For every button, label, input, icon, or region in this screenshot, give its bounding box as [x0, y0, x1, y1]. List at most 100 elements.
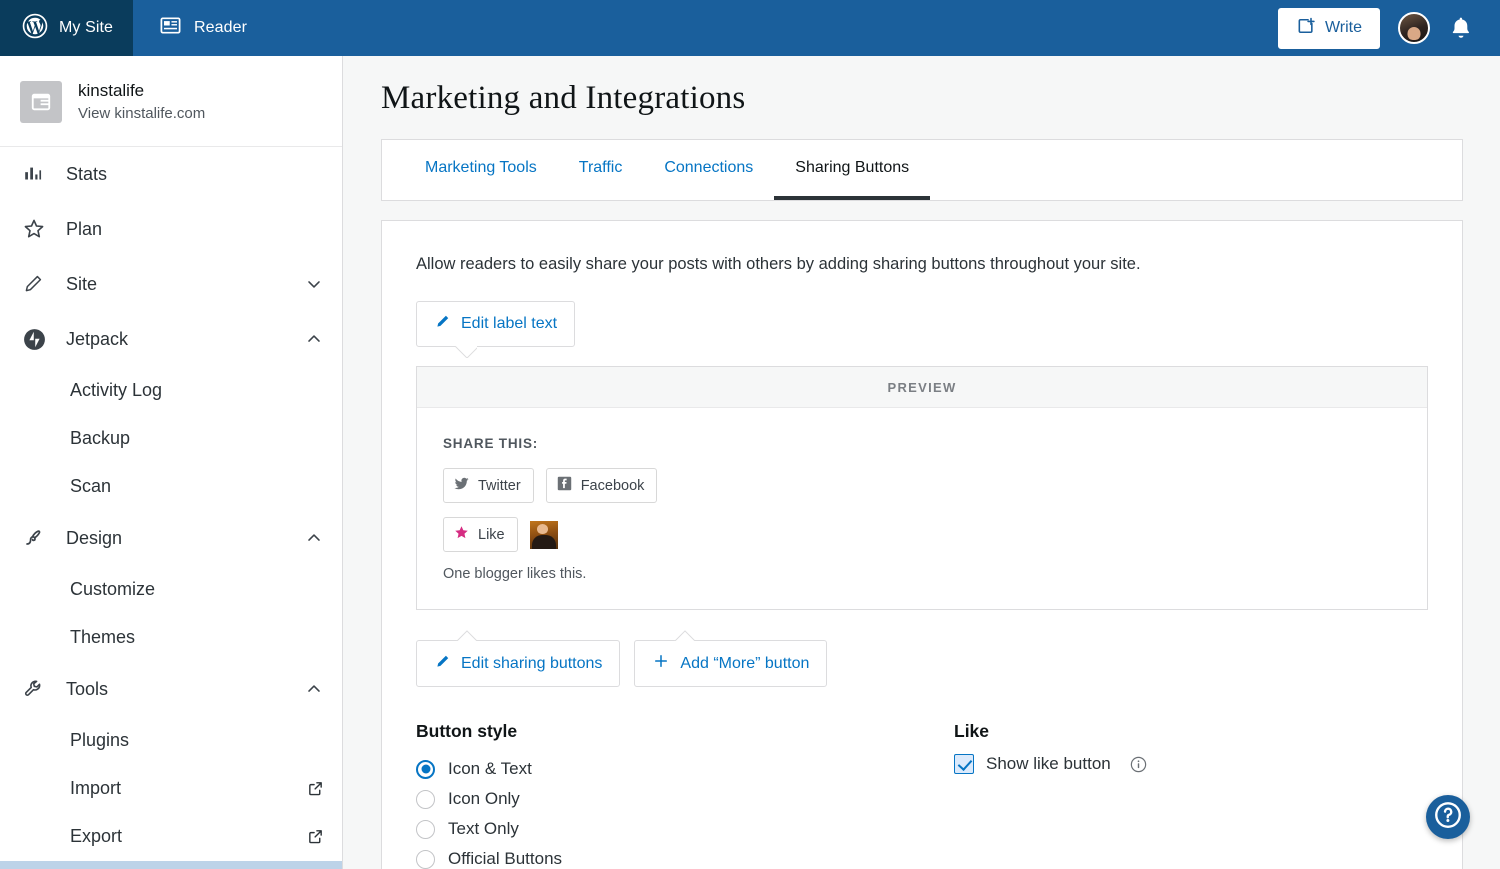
main-content: Marketing and Integrations Marketing Too… — [343, 56, 1500, 869]
sidebar-item-plan[interactable]: Plan — [0, 202, 342, 257]
sidebar-item-plugins[interactable]: Plugins — [0, 717, 342, 765]
sidebar-item-label: Activity Log — [70, 380, 162, 401]
add-more-button[interactable]: Add “More” button — [634, 640, 827, 687]
button-style-heading: Button style — [416, 721, 954, 742]
chevron-down-icon[interactable] — [304, 274, 324, 294]
sharing-actions-row: Edit sharing buttons Add “More” button — [416, 640, 1428, 687]
pencil-icon — [434, 313, 451, 335]
help-question-icon — [1433, 800, 1463, 835]
sidebar-item-jetpack[interactable]: Jetpack — [0, 312, 342, 367]
sidebar-item-backup[interactable]: Backup — [0, 415, 342, 463]
radio-label: Icon Only — [448, 789, 520, 809]
show-like-button-row[interactable]: Show like button — [954, 754, 1428, 774]
external-link-icon — [307, 780, 324, 797]
preview-body: SHARE THIS: Twitter Facebook — [417, 408, 1427, 582]
sidebar-item-selected[interactable] — [0, 861, 342, 869]
masthead-reader[interactable]: Reader — [133, 0, 273, 56]
masthead-my-site-label: My Site — [59, 19, 113, 37]
masthead-my-site[interactable]: My Site — [0, 0, 133, 56]
sidebar-item-tools[interactable]: Tools — [0, 662, 342, 717]
masthead-right-group: Write — [1278, 0, 1500, 56]
reader-icon — [159, 14, 182, 42]
info-icon[interactable] — [1129, 755, 1148, 774]
edit-sharing-buttons-button[interactable]: Edit sharing buttons — [416, 640, 620, 687]
external-link-icon — [307, 828, 324, 845]
sidebar-item-activity-log[interactable]: Activity Log — [0, 367, 342, 415]
share-buttons-row: Twitter Facebook — [443, 468, 1401, 503]
tab-label: Connections — [664, 159, 753, 177]
sidebar-item-themes[interactable]: Themes — [0, 614, 342, 662]
site-view-link: View kinstalife.com — [78, 103, 205, 124]
like-count-note: One blogger likes this. — [443, 566, 1401, 582]
radio-indicator[interactable] — [416, 820, 435, 839]
sidebar-item-label: Export — [70, 826, 122, 847]
sidebar-item-export[interactable]: Export — [0, 813, 342, 861]
share-button-facebook[interactable]: Facebook — [546, 468, 658, 503]
tab-label: Marketing Tools — [425, 159, 537, 177]
callout-tail-up — [455, 629, 477, 641]
show-like-button-checkbox[interactable] — [954, 754, 974, 774]
user-avatar[interactable] — [1398, 12, 1430, 44]
callout-tail-down — [455, 346, 477, 358]
like-button[interactable]: Like — [443, 517, 518, 552]
like-heading: Like — [954, 721, 1428, 742]
share-button-twitter[interactable]: Twitter — [443, 468, 534, 503]
radio-official-buttons[interactable]: Official Buttons — [416, 844, 954, 869]
new-post-icon — [1296, 16, 1316, 41]
sidebar-site-header[interactable]: kinstalife View kinstalife.com — [0, 56, 342, 147]
sharing-buttons-panel: Allow readers to easily share your posts… — [381, 220, 1463, 869]
tab-connections[interactable]: Connections — [643, 140, 774, 200]
like-button-label: Like — [478, 527, 505, 543]
notifications-bell-icon[interactable] — [1448, 15, 1474, 41]
sidebar-item-customize[interactable]: Customize — [0, 566, 342, 614]
show-like-button-label: Show like button — [986, 754, 1111, 774]
callout-tail-up — [673, 629, 695, 641]
sidebar-item-label: Plugins — [70, 730, 129, 751]
sidebar-item-import[interactable]: Import — [0, 765, 342, 813]
tab-marketing-tools[interactable]: Marketing Tools — [404, 140, 558, 200]
tab-bar: Marketing Tools Traffic Connections Shar… — [381, 139, 1463, 201]
sidebar-item-label: Backup — [70, 428, 130, 449]
pencil-icon — [22, 273, 52, 295]
sharing-preview: PREVIEW SHARE THIS: Twitter Facebook — [416, 366, 1428, 610]
radio-icon-and-text[interactable]: Icon & Text — [416, 754, 954, 784]
radio-indicator[interactable] — [416, 790, 435, 809]
radio-indicator[interactable] — [416, 760, 435, 779]
radio-label: Icon & Text — [448, 759, 532, 779]
chevron-up-icon[interactable] — [304, 528, 324, 548]
masthead: My Site Reader Write — [0, 0, 1500, 56]
sidebar-item-stats[interactable]: Stats — [0, 147, 342, 202]
liker-avatar[interactable] — [530, 521, 558, 549]
write-button-label: Write — [1325, 19, 1362, 37]
tab-label: Traffic — [579, 159, 623, 177]
wordpress-logo-icon — [22, 13, 48, 44]
sidebar-item-label: Themes — [70, 627, 135, 648]
sidebar-item-label: Customize — [70, 579, 155, 600]
radio-text-only[interactable]: Text Only — [416, 814, 954, 844]
sidebar-item-label: Tools — [66, 679, 108, 700]
radio-indicator[interactable] — [416, 850, 435, 869]
bar-chart-icon — [22, 163, 52, 185]
preview-header: PREVIEW — [417, 367, 1427, 408]
write-button[interactable]: Write — [1278, 8, 1380, 49]
sidebar-item-scan[interactable]: Scan — [0, 463, 342, 511]
facebook-f-icon — [556, 475, 573, 496]
share-button-label: Facebook — [581, 478, 645, 494]
sidebar-item-site[interactable]: Site — [0, 257, 342, 312]
help-button[interactable] — [1426, 795, 1470, 839]
plus-icon — [652, 652, 670, 675]
radio-icon-only[interactable]: Icon Only — [416, 784, 954, 814]
add-more-button-label: Add “More” button — [680, 655, 809, 673]
like-row: Like — [443, 517, 1401, 552]
chevron-up-icon[interactable] — [304, 329, 324, 349]
sidebar: kinstalife View kinstalife.com Stats Pla… — [0, 56, 343, 869]
brush-icon — [22, 526, 52, 550]
tab-sharing-buttons[interactable]: Sharing Buttons — [774, 140, 930, 200]
sidebar-item-label: Site — [66, 274, 97, 295]
tab-traffic[interactable]: Traffic — [558, 140, 644, 200]
sidebar-item-design[interactable]: Design — [0, 511, 342, 566]
edit-sharing-buttons-label: Edit sharing buttons — [461, 655, 602, 673]
button-style-group: Button style Icon & Text Icon Only Text … — [416, 721, 954, 869]
chevron-up-icon[interactable] — [304, 679, 324, 699]
edit-label-text-button[interactable]: Edit label text — [416, 301, 575, 347]
